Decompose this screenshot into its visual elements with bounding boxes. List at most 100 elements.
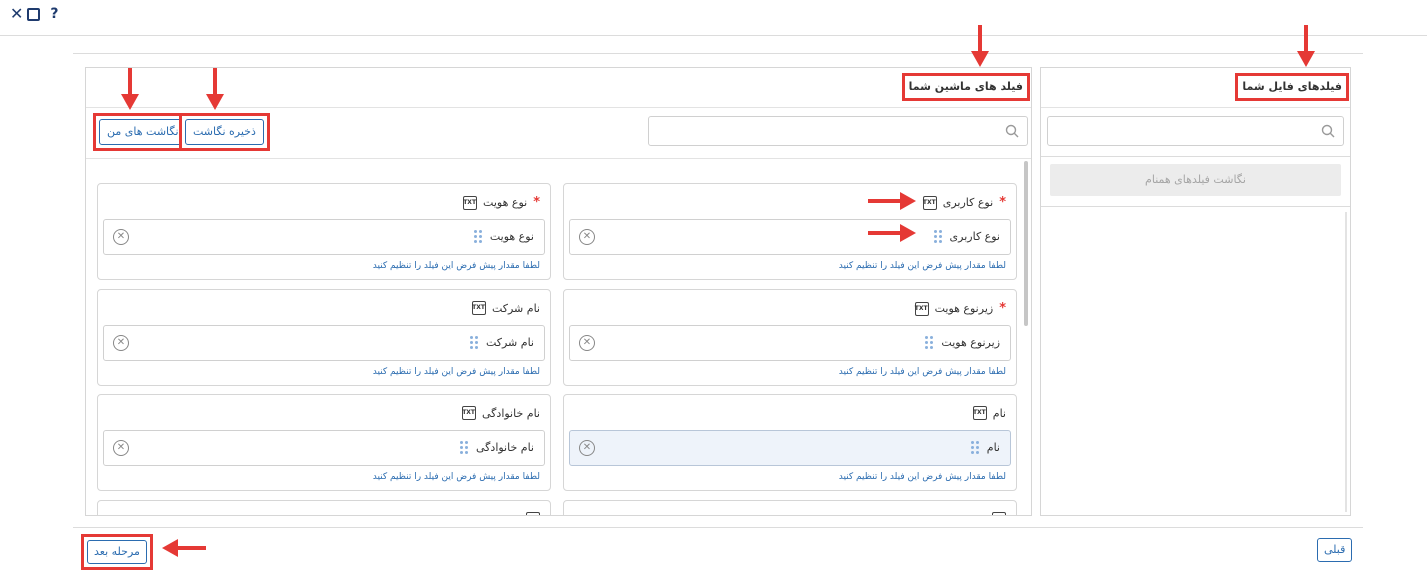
file-fields-header: فیلدهای فایل شما xyxy=(1041,68,1350,108)
machine-fields-search-input[interactable] xyxy=(649,117,1027,145)
txt-icon: TXT xyxy=(992,512,1006,515)
previous-button[interactable]: قبلی xyxy=(1317,538,1353,562)
remove-circle-icon[interactable]: ✕ xyxy=(113,335,129,351)
drag-handle-icon[interactable] xyxy=(933,230,942,243)
set-default-link[interactable]: لطفا مقدار پیش فرض این فیلد را تنظیم کنی… xyxy=(373,261,540,271)
mapped-field-dropzone[interactable]: نام ✕ xyxy=(569,430,1011,466)
mapped-field-value: نام xyxy=(986,441,1000,454)
drag-handle-icon[interactable] xyxy=(460,441,469,454)
mapped-field-dropzone[interactable]: نوع کاربری ✕ xyxy=(569,219,1011,255)
mapped-field-chip[interactable]: نوع کاربری xyxy=(933,230,1000,243)
my-mappings-button[interactable]: نگاشت های من xyxy=(99,119,187,145)
red-arrow xyxy=(868,224,916,242)
maximize-icon[interactable] xyxy=(27,7,41,21)
mapped-field-value: نوع کاربری xyxy=(949,230,1000,243)
save-mapping-button[interactable]: ذخیره نگاشت xyxy=(185,119,264,145)
save-mapping-highlight: ذخیره نگاشت xyxy=(179,113,270,151)
machine-fields-header: فیلد های ماشین شما xyxy=(86,68,1031,108)
mapped-field-dropzone[interactable]: نوع هویت ✕ xyxy=(103,219,545,255)
machine-fields-search[interactable] xyxy=(648,116,1028,146)
drag-handle-icon[interactable] xyxy=(469,336,478,349)
required-marker: * xyxy=(999,195,1006,210)
drag-handle-icon[interactable] xyxy=(970,441,979,454)
map-same-name-button[interactable]: نگاشت فیلدهای همنام xyxy=(1050,164,1341,196)
file-fields-search[interactable] xyxy=(1047,116,1344,146)
drag-handle-icon[interactable] xyxy=(925,336,934,349)
txt-icon: TXT xyxy=(922,195,937,210)
next-step-button[interactable]: مرحله بعد xyxy=(87,540,147,564)
set-default-link[interactable]: لطفا مقدار پیش فرض این فیلد را تنظیم کنی… xyxy=(839,261,1006,271)
field-card: TXT xyxy=(97,500,551,515)
set-default-link[interactable]: لطفا مقدار پیش فرض این فیلد را تنظیم کنی… xyxy=(839,472,1006,482)
txt-icon: TXT xyxy=(462,406,477,420)
txt-icon: TXT xyxy=(972,406,987,420)
required-marker: * xyxy=(533,195,540,210)
field-card: TXT نام شرکت نام شرکت ✕ لطفا مقدار پیش ف… xyxy=(97,289,551,386)
field-card: TXT زیرنوع هویت * زیرنوع هویت ✕ لطفا مقد… xyxy=(563,289,1017,386)
field-mapping-area: TXT نوع کاربری * نوع کاربری ✕ لطفا مقدار… xyxy=(86,158,1031,515)
remove-circle-icon[interactable]: ✕ xyxy=(113,229,129,245)
close-icon[interactable]: ✕ xyxy=(10,6,23,22)
txt-icon: TXT xyxy=(463,195,478,210)
drag-handle-icon[interactable] xyxy=(473,230,482,243)
field-card: TXT نوع کاربری * نوع کاربری ✕ لطفا مقدار… xyxy=(563,183,1017,280)
mapped-field-value: نوع هویت xyxy=(489,230,534,243)
mapped-field-dropzone[interactable]: نام شرکت ✕ xyxy=(103,325,545,361)
txt-icon: TXT xyxy=(471,301,486,315)
field-name: نام xyxy=(992,406,1006,420)
field-card-label: TXT زیرنوع هویت * xyxy=(914,301,1006,316)
remove-circle-icon[interactable]: ✕ xyxy=(579,440,595,456)
mapped-field-dropzone[interactable]: نام خانوادگی ✕ xyxy=(103,430,545,466)
machine-fields-title: فیلد های ماشین شما xyxy=(901,73,1030,101)
field-card-label: TXT نوع هویت * xyxy=(463,195,540,210)
file-fields-title: فیلدهای فایل شما xyxy=(1235,73,1349,101)
prev-button-wrap: قبلی xyxy=(1317,538,1353,562)
field-card-label: TXT xyxy=(526,512,540,515)
red-arrow xyxy=(1297,25,1315,67)
mapped-field-dropzone[interactable]: زیرنوع هویت ✕ xyxy=(569,325,1011,361)
red-arrow xyxy=(868,192,916,210)
field-card: TXT نام نام ✕ لطفا مقدار پیش فرض این فیل… xyxy=(563,394,1017,491)
field-name: نام شرکت xyxy=(491,301,540,315)
remove-circle-icon[interactable]: ✕ xyxy=(579,335,595,351)
remove-circle-icon[interactable]: ✕ xyxy=(579,229,595,245)
field-card-label: TXT نام شرکت xyxy=(471,301,540,315)
required-marker: * xyxy=(999,301,1006,316)
txt-icon: TXT xyxy=(914,301,929,316)
field-name: زیرنوع هویت xyxy=(934,302,994,315)
red-arrow xyxy=(971,25,989,67)
txt-icon: TXT xyxy=(526,512,540,515)
search-icon xyxy=(1005,124,1019,138)
top-divider xyxy=(0,35,1427,36)
mapped-field-value: نام شرکت xyxy=(485,336,534,349)
file-fields-search-input[interactable] xyxy=(1048,117,1343,145)
next-step-highlight: مرحله بعد xyxy=(81,534,153,570)
file-fields-divider xyxy=(1041,156,1350,157)
set-default-link[interactable]: لطفا مقدار پیش فرض این فیلد را تنظیم کنی… xyxy=(373,367,540,377)
mapped-field-chip[interactable]: زیرنوع هویت xyxy=(925,336,1000,349)
mapped-field-chip[interactable]: نام شرکت xyxy=(469,336,534,349)
mapping-scrollbar[interactable] xyxy=(1024,161,1028,326)
window-controls: ✕ ? xyxy=(10,6,59,23)
mapped-field-chip[interactable]: نوع هویت xyxy=(473,230,534,243)
mapped-field-value: نام خانوادگی xyxy=(476,441,534,454)
help-icon[interactable]: ? xyxy=(50,6,58,22)
mapped-field-chip[interactable]: نام xyxy=(970,441,1000,454)
red-arrow xyxy=(162,539,206,557)
my-mappings-highlight: نگاشت های من xyxy=(93,113,193,151)
remove-circle-icon[interactable]: ✕ xyxy=(113,440,129,456)
field-card-label: TXT نوع کاربری * xyxy=(922,195,1006,210)
file-fields-scroll-track[interactable] xyxy=(1345,212,1347,512)
field-card-label: TXT نام خانوادگی xyxy=(462,406,540,420)
mapped-field-chip[interactable]: نام خانوادگی xyxy=(460,441,534,454)
search-icon xyxy=(1321,124,1335,138)
field-card-label: TXT xyxy=(992,512,1006,515)
red-arrow xyxy=(206,68,224,110)
set-default-link[interactable]: لطفا مقدار پیش فرض این فیلد را تنظیم کنی… xyxy=(839,367,1006,377)
field-card: TXT نام خانوادگی نام خانوادگی ✕ لطفا مقد… xyxy=(97,394,551,491)
field-name: نوع هویت xyxy=(483,196,528,209)
machine-fields-panel: فیلد های ماشین شما نگاشت های من ذخیره نگ… xyxy=(85,67,1032,516)
set-default-link[interactable]: لطفا مقدار پیش فرض این فیلد را تنظیم کنی… xyxy=(373,472,540,482)
red-arrow xyxy=(121,68,139,110)
field-name: نوع کاربری xyxy=(942,196,994,209)
